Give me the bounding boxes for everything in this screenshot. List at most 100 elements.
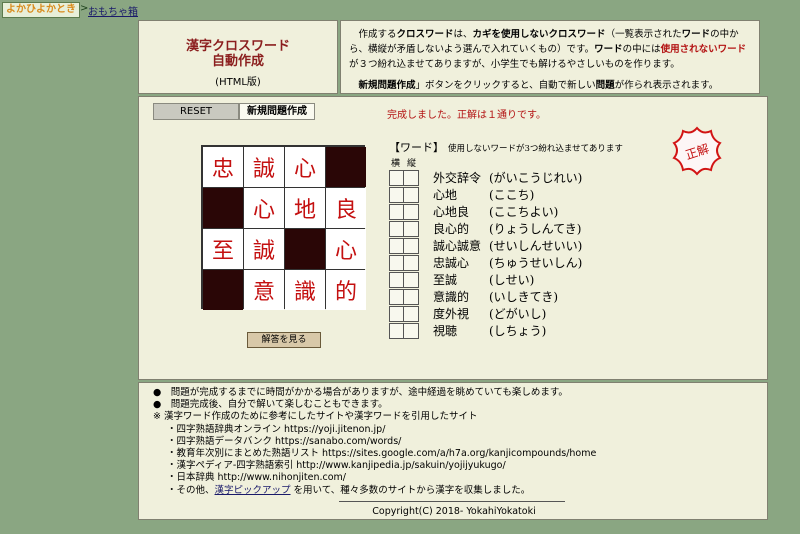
word-list: 外交辞令 (がいこうじれい) 心地 (ここち) 心地良 (ここちよい) 良心的 (りょう… [389, 169, 582, 339]
grid-cell-blocked [203, 188, 243, 228]
divider [339, 501, 565, 502]
word-row: 心地良 (ここちよい) [389, 203, 582, 220]
word-reading: (ここちよい) [489, 205, 559, 219]
word-text: 外交辞令 [433, 171, 482, 185]
horizontal-checkbox[interactable] [389, 186, 404, 203]
word-text: 至誠 [433, 273, 458, 287]
word-reading: (ここち) [489, 188, 535, 202]
note-line: ※ 漢字ワード作成のために参考にしたサイトや漢字ワードを引用したサイト [153, 411, 478, 423]
horizontal-checkbox[interactable] [389, 254, 404, 271]
grid-cell-blocked [326, 147, 366, 187]
vertical-checkbox[interactable] [404, 305, 419, 322]
word-row: 度外視 (どがいし) [389, 305, 582, 322]
word-row: 心地 (ここち) [389, 186, 582, 203]
crossword-grid: 忠 誠 心 心 地 良 至 誠 心 意 識 的 [201, 145, 366, 310]
copyright: Copyright(C) 2018- YokahiYokatoki [372, 506, 536, 517]
horizontal-checkbox[interactable] [389, 305, 404, 322]
word-row: 意識的 (いしきてき) [389, 288, 582, 305]
word-text: 視聴 [433, 324, 458, 338]
word-row: 至誠 (しせい) [389, 271, 582, 288]
notes-panel: ● 問題が完成するまでに時間がかかる場合がありますが、途中経過を眺めていても楽し… [138, 382, 768, 520]
vertical-label: 縦 [407, 159, 417, 169]
word-text: 意識的 [433, 290, 470, 304]
word-row: 誠心誠意 (せいしんせいい) [389, 237, 582, 254]
word-row: 忠誠心 (ちゅうせいしん) [389, 254, 582, 271]
vertical-checkbox[interactable] [404, 237, 419, 254]
grid-cell[interactable]: 意 [244, 270, 284, 310]
word-text: 誠心誠意 [433, 239, 482, 253]
note-line: ● 問題が完成するまでに時間がかかる場合がありますが、途中経過を眺めていても楽し… [153, 387, 568, 398]
horizontal-checkbox[interactable] [389, 271, 404, 288]
word-reading: (りょうしんてき) [489, 222, 582, 236]
reference-item: ・その他、漢字ピックアップ を用いて、種々多数のサイトから漢字を収集しました。 [167, 484, 531, 496]
grid-cell-blocked [285, 229, 325, 269]
horizontal-checkbox[interactable] [389, 220, 404, 237]
new-puzzle-button[interactable]: 新規問題作成 [239, 103, 315, 120]
word-text: 心地良 [433, 205, 470, 219]
reference-item: ・四字熟語辞典オンライン https://yoji.jitenon.jp/ [167, 423, 386, 435]
horizontal-checkbox[interactable] [389, 237, 404, 254]
horizontal-checkbox[interactable] [389, 288, 404, 305]
grid-cell[interactable]: 忠 [203, 147, 243, 187]
grid-cell[interactable]: 識 [285, 270, 325, 310]
word-reading: (どがいし) [489, 307, 547, 321]
grid-cell[interactable]: 誠 [244, 147, 284, 187]
word-row: 外交辞令 (がいこうじれい) [389, 169, 582, 186]
horizontal-checkbox[interactable] [389, 169, 404, 186]
word-text: 度外視 [433, 307, 470, 321]
description-paragraph-1: 作成するクロスワードは、カギを使用しないクロスワード（一覧表示されたワードの中か… [349, 29, 747, 70]
correct-seal-icon: 正解 [672, 126, 722, 176]
grid-cell-blocked [203, 270, 243, 310]
word-text: 心地 [433, 188, 458, 202]
grid-cell[interactable]: 地 [285, 188, 325, 228]
page-subtitle: 自動作成 [211, 54, 264, 69]
version-label: (HTML版) [215, 77, 261, 88]
word-reading: (ちゅうせいしん) [489, 256, 583, 270]
grid-cell[interactable]: 的 [326, 270, 366, 310]
top-bar: よかひよかとき > おもちゃ箱 [0, 0, 800, 20]
word-reading: (いしきてき) [489, 290, 559, 304]
grid-cell[interactable]: 誠 [244, 229, 284, 269]
title-panel: 漢字クロスワード 自動作成 (HTML版) [138, 20, 338, 94]
grid-cell[interactable]: 至 [203, 229, 243, 269]
column-labels: 横縦 [391, 156, 423, 169]
vertical-checkbox[interactable] [404, 169, 419, 186]
vertical-checkbox[interactable] [404, 288, 419, 305]
vertical-checkbox[interactable] [404, 186, 419, 203]
word-text: 忠誠心 [433, 256, 470, 270]
description-panel: 作成するクロスワードは、カギを使用しないクロスワード（一覧表示されたワードの中か… [340, 20, 760, 94]
word-row: 視聴 (しちょう) [389, 322, 582, 339]
note-line: ● 問題完成後、自分で解いて楽しむこともできます。 [153, 399, 388, 411]
word-text: 良心的 [433, 222, 470, 236]
vertical-checkbox[interactable] [404, 220, 419, 237]
show-answer-button[interactable]: 解答を見る [247, 332, 321, 348]
grid-cell[interactable]: 良 [326, 188, 366, 228]
word-list-header: 【ワード】 使用しないワードが3つ紛れ込ませてあります [389, 136, 623, 155]
reference-item: ・漢字ペディア-四字熟語索引 http://www.kanjipedia.jp/… [167, 460, 506, 472]
status-message: 完成しました。正解は１通りです。 [387, 110, 546, 121]
reference-item: ・四字熟語データバンク https://sanabo.com/words/ [167, 435, 402, 447]
word-list-note: 使用しないワードが3つ紛れ込ませてあります [448, 144, 623, 154]
vertical-checkbox[interactable] [404, 254, 419, 271]
puzzle-panel: RESET 新規問題作成 完成しました。正解は１通りです。 忠 誠 心 心 地 … [138, 96, 768, 380]
horizontal-checkbox[interactable] [389, 322, 404, 339]
kanji-pickup-link[interactable]: 漢字ピックアップ [215, 485, 291, 496]
word-list-title: 【ワード】 [389, 141, 444, 154]
vertical-checkbox[interactable] [404, 203, 419, 220]
horizontal-label: 横 [391, 159, 401, 169]
reference-item: ・教育年次別にまとめた熟語リスト https://sites.google.co… [167, 448, 597, 460]
vertical-checkbox[interactable] [404, 322, 419, 339]
word-row: 良心的 (りょうしんてき) [389, 220, 582, 237]
reset-button[interactable]: RESET [153, 103, 239, 120]
site-logo[interactable]: よかひよかとき [2, 2, 80, 18]
word-reading: (しせい) [489, 273, 535, 287]
grid-cell[interactable]: 心 [285, 147, 325, 187]
vertical-checkbox[interactable] [404, 271, 419, 288]
grid-cell[interactable]: 心 [326, 229, 366, 269]
horizontal-checkbox[interactable] [389, 203, 404, 220]
grid-cell[interactable]: 心 [244, 188, 284, 228]
breadcrumb-link[interactable]: おもちゃ箱 [88, 3, 138, 18]
word-reading: (しちょう) [489, 324, 547, 338]
word-reading: (がいこうじれい) [489, 171, 583, 185]
reference-item: ・日本辞典 http://www.nihonjiten.com/ [167, 472, 346, 484]
